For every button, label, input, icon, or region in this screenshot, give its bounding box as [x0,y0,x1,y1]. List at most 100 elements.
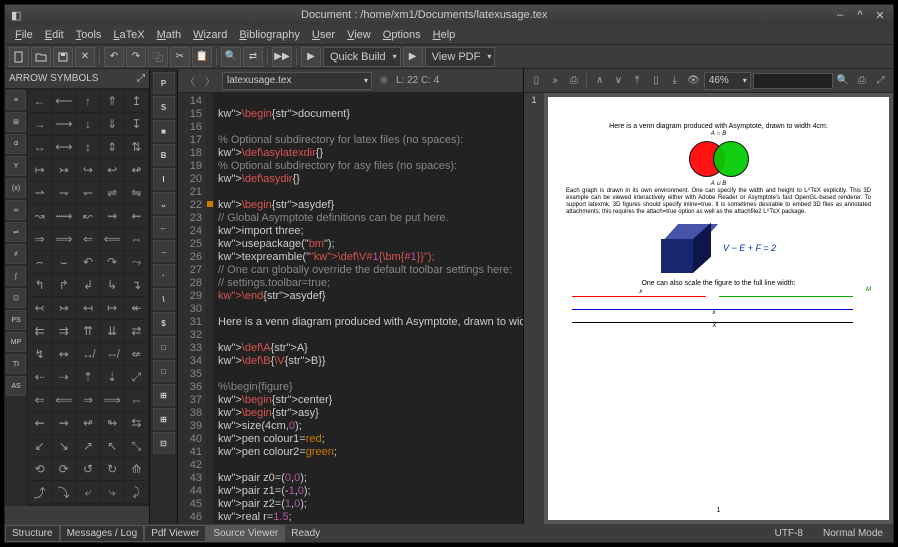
arrow-symbol-33[interactable]: ⟸ [101,228,124,250]
run-button[interactable]: ▶ [301,47,321,67]
symbol-category-4[interactable]: (x) [6,178,26,198]
arrow-symbol-27[interactable]: ↜ [76,205,99,227]
pv-more-icon[interactable]: » [547,72,564,90]
arrow-symbol-37[interactable]: ↶ [76,251,99,273]
arrow-symbol-9[interactable]: ↧ [125,113,148,135]
arrow-symbol-28[interactable]: ⇝ [101,205,124,227]
arrow-symbol-68[interactable]: ⟹ [101,389,124,411]
paste-button[interactable]: 📋 [192,47,212,67]
arrow-symbol-64[interactable]: ⤢ [125,366,148,388]
symbol-category-8[interactable]: ∫ [6,266,26,286]
struct-tool-7[interactable]: → [153,240,175,262]
zoom-combo[interactable]: 46% [704,72,751,90]
arrow-symbol-16[interactable]: ↣ [52,159,75,181]
struct-tool-3[interactable]: B [153,144,175,166]
file-selector[interactable]: latexusage.tex [222,72,372,90]
arrow-symbol-89[interactable]: ⤸ [125,481,148,503]
arrow-symbol-47[interactable]: ↤ [76,297,99,319]
code-editor[interactable]: kw">\begin{str">document} % Optional sub… [214,93,523,524]
arrow-symbol-20[interactable]: ⇀ [28,182,51,204]
pv-sync-icon[interactable]: ⎙ [566,72,583,90]
pv-search-input[interactable] [753,73,833,89]
arrow-symbol-87[interactable]: ⤶ [76,481,99,503]
arrow-symbol-17[interactable]: ↪ [76,159,99,181]
arrow-symbol-80[interactable]: ⟲ [28,458,51,480]
arrow-symbol-83[interactable]: ↻ [101,458,124,480]
menu-file[interactable]: File [9,27,39,43]
arrow-symbol-73[interactable]: ↬ [101,412,124,434]
arrow-symbol-41[interactable]: ↱ [52,274,75,296]
arrow-symbol-55[interactable]: ↯ [28,343,51,365]
bottom-tab-structure[interactable]: Structure [5,525,60,542]
arrow-symbol-44[interactable]: ↴ [125,274,148,296]
view-button[interactable]: ▶ [403,47,423,67]
build-button[interactable]: ▶▶ [272,47,292,67]
arrow-symbol-25[interactable]: ↝ [28,205,51,227]
arrow-symbol-50[interactable]: ⇇ [28,320,51,342]
arrow-symbol-6[interactable]: ⟶ [52,113,75,135]
symbol-category-13[interactable]: AS [6,376,26,396]
menu-tools[interactable]: Tools [70,27,108,43]
struct-tool-8[interactable]: · [153,264,175,286]
arrow-symbol-46[interactable]: ↣ [52,297,75,319]
arrow-symbol-82[interactable]: ↺ [76,458,99,480]
pv-up-icon[interactable]: ∧ [591,72,608,90]
arrow-symbol-14[interactable]: ⇅ [125,136,148,158]
pv-last-icon[interactable]: ⤓ [666,72,683,90]
struct-tool-12[interactable]: □ [153,360,175,382]
arrow-symbol-59[interactable]: ⇍ [125,343,148,365]
arrow-symbol-12[interactable]: ↕ [76,136,99,158]
pv-first-icon[interactable]: ⤒ [629,72,646,90]
cut-button[interactable]: ✂ [170,47,190,67]
arrow-symbol-10[interactable]: ↔ [28,136,51,158]
arrow-symbol-38[interactable]: ↷ [101,251,124,273]
arrow-symbol-21[interactable]: ⇁ [52,182,75,204]
arrow-symbol-77[interactable]: ↗ [76,435,99,457]
arrow-symbol-71[interactable]: ⇝ [52,412,75,434]
arrow-symbol-13[interactable]: ⇕ [101,136,124,158]
symbol-category-10[interactable]: PS [6,310,26,330]
arrow-symbol-63[interactable]: ⇣ [101,366,124,388]
arrow-symbol-66[interactable]: ⟸ [52,389,75,411]
symbol-category-3[interactable]: Y [6,156,26,176]
arrow-symbol-39[interactable]: ⤳ [125,251,148,273]
struct-tool-15[interactable]: ⊡ [153,432,175,454]
arrow-symbol-23[interactable]: ⇌ [101,182,124,204]
pdf-page[interactable]: Here is a venn diagram produced with Asy… [548,97,889,520]
arrow-symbol-48[interactable]: ↦ [101,297,124,319]
pv-eye-icon[interactable]: 👁 [685,72,702,90]
arrow-symbol-32[interactable]: ⇐ [76,228,99,250]
arrow-symbol-62[interactable]: ⇡ [76,366,99,388]
arrow-symbol-72[interactable]: ↫ [76,412,99,434]
symbol-category-9[interactable]: ⊡ [6,288,26,308]
menu-user[interactable]: User [306,27,341,43]
symbols-expand-icon[interactable]: ⤢ [137,73,145,84]
quick-build-combo[interactable]: Quick Build [323,47,401,67]
symbol-category-6[interactable]: ⇌ [6,222,26,242]
replace-button[interactable]: ⇄ [243,47,263,67]
arrow-symbol-67[interactable]: ⇒ [76,389,99,411]
arrow-symbol-31[interactable]: ⟹ [52,228,75,250]
menu-edit[interactable]: Edit [39,27,70,43]
struct-tool-9[interactable]: \ [153,288,175,310]
arrow-symbol-5[interactable]: → [28,113,51,135]
undo-button[interactable]: ↶ [104,47,124,67]
menu-bibliography[interactable]: Bibliography [233,27,306,43]
arrow-symbol-8[interactable]: ⇓ [101,113,124,135]
arrow-symbol-84[interactable]: ⟰ [125,458,148,480]
arrow-symbol-61[interactable]: ⇢ [52,366,75,388]
struct-tool-0[interactable]: P [153,72,175,94]
symbol-category-0[interactable]: ≡ [6,90,26,110]
symbol-category-7[interactable]: ≠ [6,244,26,264]
arrow-symbol-52[interactable]: ⇈ [76,320,99,342]
menu-help[interactable]: Help [427,27,462,43]
arrow-symbol-4[interactable]: ↥ [125,90,148,112]
arrow-symbol-34[interactable]: ⇔ [125,228,148,250]
arrow-symbol-70[interactable]: ⇜ [28,412,51,434]
arrow-symbol-40[interactable]: ↰ [28,274,51,296]
arrow-symbol-79[interactable]: ⤡ [125,435,148,457]
struct-tool-14[interactable]: ⊞ [153,408,175,430]
bottom-tab-pdf-viewer[interactable]: Pdf Viewer [144,525,206,542]
nav-fwd-button[interactable]: 〉 [202,73,218,89]
arrow-symbol-85[interactable]: ⤴ [28,481,51,503]
